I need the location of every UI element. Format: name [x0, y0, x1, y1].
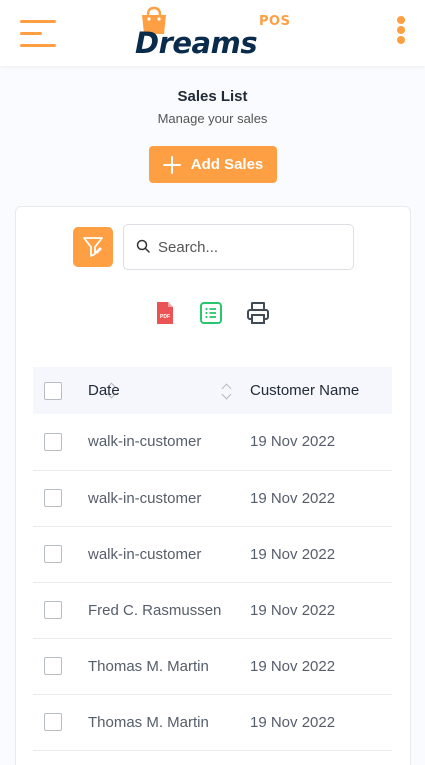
search-icon: [136, 239, 150, 253]
add-sales-button[interactable]: Add Sales: [149, 146, 277, 183]
customer-cell: walk-in-customer: [88, 433, 202, 451]
hamburger-menu-icon[interactable]: [20, 20, 56, 48]
search-field[interactable]: [123, 224, 354, 270]
kebab-menu-icon[interactable]: [395, 16, 407, 46]
search-input[interactable]: [158, 235, 343, 259]
row-checkbox[interactable]: [44, 545, 62, 564]
date-cell: 19 Nov 2022: [250, 545, 336, 563]
column-header-label: Customer Name: [250, 382, 360, 399]
row-checkbox-cell: [33, 470, 88, 526]
table-row[interactable]: walk-in-customer 19 Nov 2022: [33, 414, 392, 470]
row-checkbox-cell: [33, 694, 88, 750]
row-checkbox[interactable]: [44, 489, 62, 508]
customer-cell: Thomas M. Martin: [88, 657, 209, 675]
hamburger-line: [20, 20, 56, 23]
select-all-checkbox[interactable]: [44, 381, 62, 400]
page-title: Sales List: [177, 88, 248, 105]
date-cell: 19 Nov 2022: [250, 601, 336, 619]
row-checkbox[interactable]: [44, 713, 62, 732]
select-all-cell: [33, 367, 88, 414]
customer-cell: walk-in-customer: [88, 545, 202, 563]
kebab-dot: [397, 16, 405, 24]
printer-icon[interactable]: [246, 301, 270, 325]
top-header: POS Dreams: [0, 0, 425, 66]
row-checkbox[interactable]: [44, 432, 62, 451]
sort-icon[interactable]: [222, 382, 232, 400]
table-row[interactable]: Thomas M. Martin 19 Nov 2022: [33, 694, 392, 750]
sales-table-container[interactable]: Date Customer Name walk-in-customer 19 N…: [33, 367, 392, 765]
dreams-pos-logo[interactable]: POS Dreams: [135, 6, 295, 60]
customer-cell: walk-in-customer: [88, 489, 202, 507]
customer-cell: Thomas M. Martin: [88, 713, 209, 731]
kebab-dot: [397, 26, 405, 34]
column-header-customer-name[interactable]: Customer Name: [250, 367, 392, 414]
plus-icon: [162, 155, 181, 174]
table-row[interactable]: Thomas M. Martin 19 Nov 2022: [33, 638, 392, 694]
pdf-icon[interactable]: PDF: [153, 301, 177, 325]
logo-text: Dreams: [135, 26, 258, 60]
filter-button[interactable]: [73, 227, 113, 267]
date-cell: 19 Nov 2022: [250, 657, 336, 675]
row-checkbox-cell: [33, 526, 88, 582]
column-header-label: Date: [88, 382, 120, 399]
date-cell: 19 Nov 2022: [250, 433, 336, 451]
filter-icon: [83, 237, 103, 257]
hamburger-line: [20, 44, 56, 47]
table-row[interactable]: walk-in-customer 19 Nov 2022: [33, 470, 392, 526]
table-header-row: Date Customer Name: [33, 367, 392, 414]
kebab-dot: [397, 36, 405, 44]
hamburger-line: [20, 32, 42, 35]
add-sales-label: Add Sales: [190, 156, 264, 173]
row-checkbox[interactable]: [44, 601, 62, 620]
row-checkbox-cell: [33, 414, 88, 470]
sales-table-card: PDF: [15, 206, 411, 765]
date-cell: 19 Nov 2022: [250, 489, 336, 507]
row-checkbox-cell: [33, 638, 88, 694]
svg-text:PDF: PDF: [160, 314, 170, 320]
row-checkbox-cell: [33, 582, 88, 638]
row-checkbox[interactable]: [44, 657, 62, 676]
logo-pos-label: POS: [259, 14, 291, 29]
table-row[interactable]: Fred C. Rasmussen 19 Nov 2022: [33, 582, 392, 638]
excel-icon[interactable]: [199, 301, 223, 325]
page-subtitle: Manage your sales: [157, 111, 268, 126]
table-row[interactable]: walk-in-customer 19 Nov 2022: [33, 526, 392, 582]
sales-table: Date Customer Name walk-in-customer 19 N…: [33, 367, 392, 751]
date-cell: 19 Nov 2022: [250, 713, 336, 731]
customer-cell: Fred C. Rasmussen: [88, 601, 222, 619]
column-header-date[interactable]: Date: [88, 367, 250, 414]
